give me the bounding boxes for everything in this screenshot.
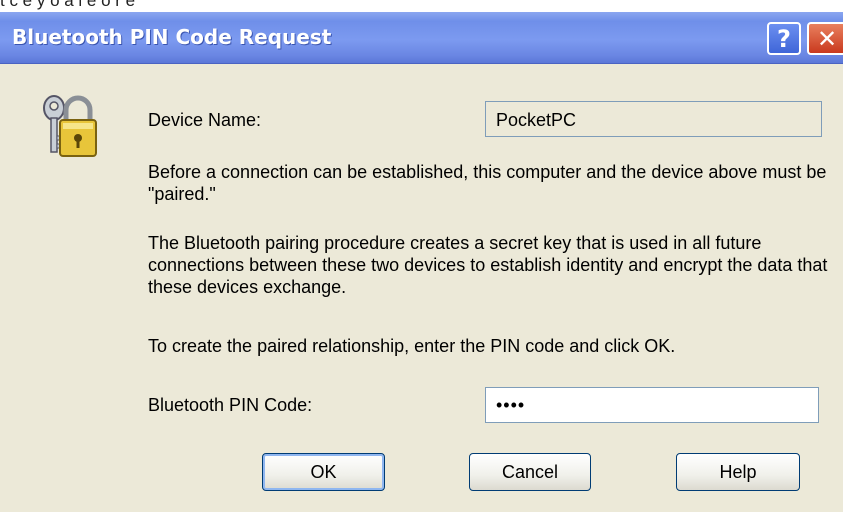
cancel-button[interactable]: Cancel: [469, 453, 591, 491]
dialog-title: Bluetooth PIN Code Request: [12, 25, 332, 49]
background-text-fragment: t c e y o a l e o r e: [0, 0, 843, 12]
pairing-procedure-text: The Bluetooth pairing procedure creates …: [148, 233, 828, 297]
device-name-label: Device Name:: [148, 110, 262, 130]
pairing-explanation-text: Before a connection can be established, …: [148, 162, 827, 204]
bluetooth-pin-dialog: Bluetooth PIN Code Request ? ✕ Device Na…: [0, 12, 843, 512]
pin-code-label: Bluetooth PIN Code:: [148, 395, 313, 415]
title-bar[interactable]: Bluetooth PIN Code Request ? ✕: [0, 12, 843, 64]
security-key-lock-icon: [43, 95, 97, 157]
pin-code-input[interactable]: [485, 387, 819, 423]
help-titlebar-button[interactable]: ?: [767, 22, 801, 55]
ok-button[interactable]: OK: [262, 453, 385, 491]
device-name-field: PocketPC: [485, 101, 822, 137]
background-text: t c e y o a l e o r e: [0, 0, 136, 10]
close-button[interactable]: ✕: [807, 22, 843, 55]
help-button[interactable]: Help: [676, 453, 800, 491]
instruction-text: To create the paired relationship, enter…: [148, 336, 676, 356]
